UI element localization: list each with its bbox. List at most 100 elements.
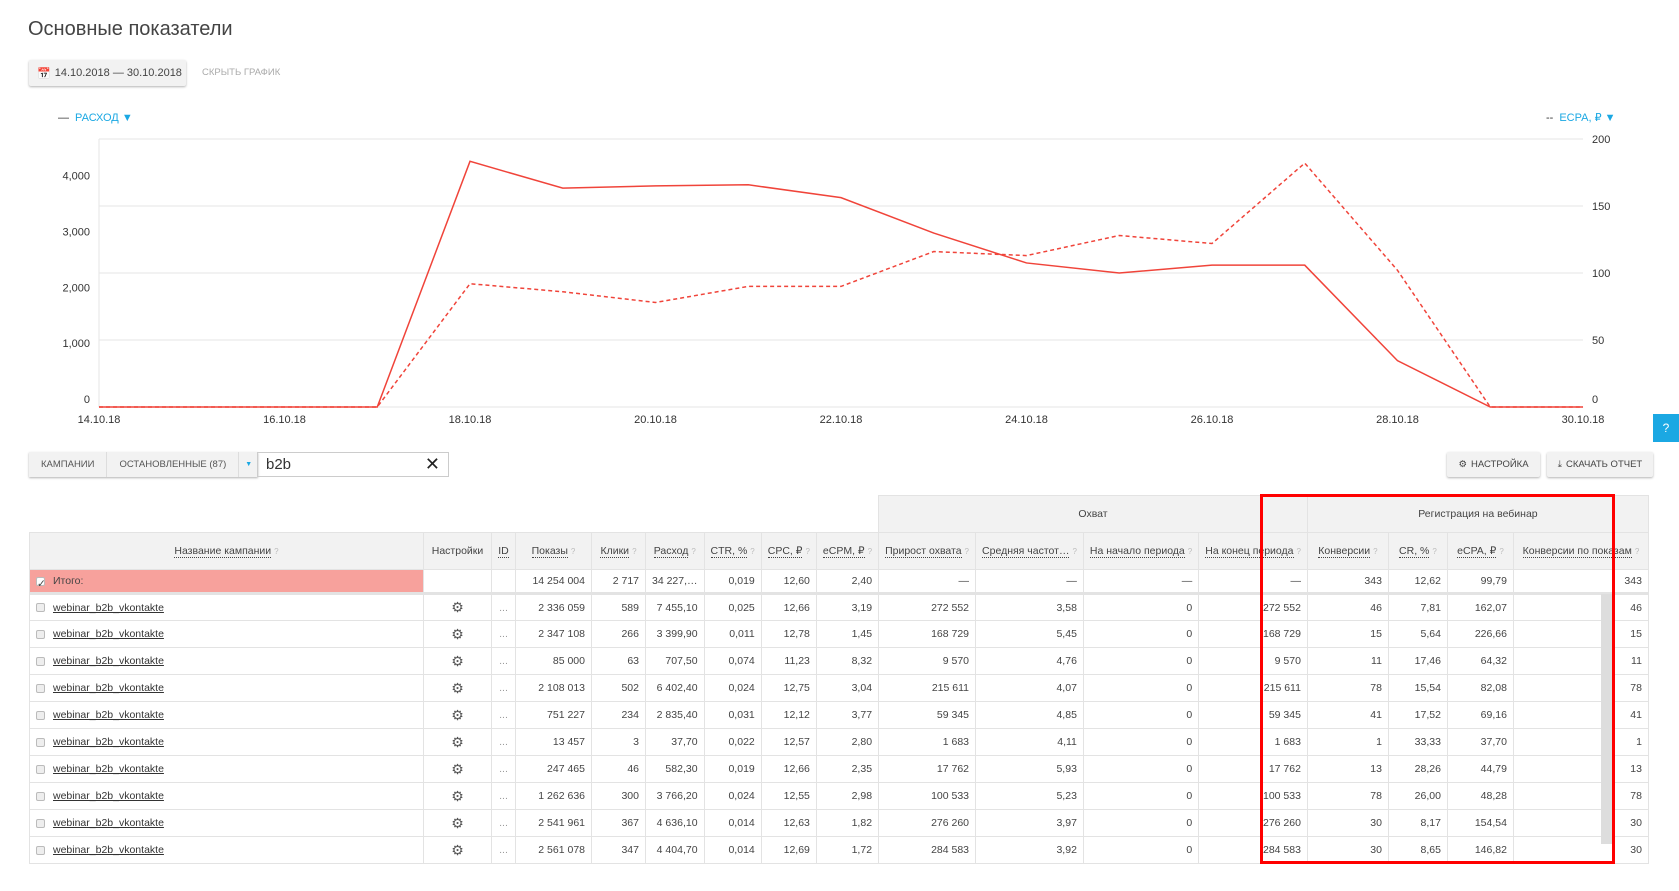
left-tick-label: 2,000 bbox=[62, 282, 90, 294]
row-settings-gear-icon[interactable]: ⚙ bbox=[423, 728, 492, 756]
campaign-link[interactable]: webinar_b2b_vkontakte bbox=[53, 844, 164, 856]
right-tick-label: 150 bbox=[1592, 201, 1610, 213]
cell: 0,024 bbox=[703, 674, 762, 702]
cell: 2 108 013 bbox=[515, 674, 592, 702]
help-icon[interactable]: ? bbox=[632, 547, 636, 556]
help-icon[interactable]: ? bbox=[750, 547, 754, 556]
clear-search-icon[interactable]: ✕ bbox=[425, 454, 440, 475]
help-button[interactable]: ? bbox=[1653, 414, 1679, 442]
series-line-expense bbox=[99, 160, 1583, 408]
row-checkbox[interactable] bbox=[36, 603, 45, 613]
column-header[interactable]: Название кампании? bbox=[29, 532, 424, 570]
cell: 2 561 078 bbox=[515, 836, 592, 864]
cell: 12,78 bbox=[760, 620, 817, 648]
campaign-link[interactable]: webinar_b2b_vkontakte bbox=[53, 628, 164, 640]
row-checkbox[interactable] bbox=[36, 791, 45, 801]
column-header[interactable]: ID bbox=[491, 532, 516, 570]
tabs-dropdown-icon[interactable]: ▼ bbox=[239, 452, 258, 477]
hide-chart-link[interactable]: СКРЫТЬ ГРАФИК bbox=[202, 67, 280, 78]
cell: 0,014 bbox=[703, 836, 762, 864]
row-checkbox[interactable] bbox=[36, 818, 45, 828]
download-report-button[interactable]: ⤓ СКАЧАТЬ ОТЧЕТ bbox=[1547, 452, 1653, 477]
campaign-name-cell: webinar_b2b_vkontakte bbox=[29, 620, 424, 648]
search-value[interactable]: b2b bbox=[266, 456, 425, 473]
help-icon[interactable]: ? bbox=[805, 547, 809, 556]
cell: 100 533 bbox=[878, 782, 977, 810]
row-settings-gear-icon[interactable]: ⚙ bbox=[423, 674, 492, 702]
column-header[interactable]: На начало периода? bbox=[1082, 532, 1200, 570]
x-tick-label: 22.10.18 bbox=[820, 414, 863, 426]
campaign-link[interactable]: webinar_b2b_vkontakte bbox=[53, 682, 164, 694]
cell: 0,025 bbox=[703, 593, 762, 621]
cell: 751 227 bbox=[515, 701, 592, 729]
campaign-link[interactable]: webinar_b2b_vkontakte bbox=[53, 763, 164, 775]
tab-stopped[interactable]: ОСТАНОВЛЕННЫЕ (87) bbox=[107, 452, 240, 477]
column-header[interactable]: eCPM, ₽? bbox=[815, 532, 880, 570]
row-settings-gear-icon[interactable]: ⚙ bbox=[423, 782, 492, 810]
column-header-label: Прирост охвата bbox=[885, 545, 962, 558]
left-tick-label: 1,000 bbox=[62, 338, 90, 350]
cell: 5,23 bbox=[975, 782, 1084, 810]
cell: 5,93 bbox=[975, 755, 1084, 783]
date-range-button[interactable]: 📅 14.10.2018 — 30.10.2018 bbox=[29, 60, 186, 86]
column-header[interactable]: Средняя частот…? bbox=[975, 532, 1084, 570]
select-all-checkbox[interactable]: ✓ bbox=[36, 576, 46, 590]
row-settings-gear-icon[interactable]: ⚙ bbox=[423, 701, 492, 729]
help-icon[interactable]: ? bbox=[1635, 547, 1639, 556]
campaign-link[interactable]: webinar_b2b_vkontakte bbox=[53, 736, 164, 748]
column-header-label: CPC, ₽ bbox=[767, 545, 803, 558]
search-input[interactable]: b2b ✕ bbox=[257, 452, 449, 477]
column-header[interactable]: Прирост охвата? bbox=[878, 532, 977, 570]
x-tick-label: 30.10.18 bbox=[1562, 414, 1605, 426]
column-header[interactable]: Расход? bbox=[645, 532, 705, 570]
cell: 12,55 bbox=[760, 782, 817, 810]
left-tick-label: 0 bbox=[84, 394, 90, 406]
cell: 247 465 bbox=[515, 755, 592, 783]
campaign-link[interactable]: webinar_b2b_vkontakte bbox=[53, 709, 164, 721]
help-icon[interactable]: ? bbox=[1188, 547, 1192, 556]
row-settings-gear-icon[interactable]: ⚙ bbox=[423, 620, 492, 648]
row-settings-gear-icon[interactable]: ⚙ bbox=[423, 836, 492, 864]
series-line-ecpa bbox=[99, 162, 1583, 408]
cell: 266 bbox=[591, 620, 646, 648]
column-header[interactable]: CTR, %? bbox=[703, 532, 762, 570]
row-checkbox[interactable] bbox=[36, 764, 45, 774]
column-header[interactable]: Клики? bbox=[591, 532, 646, 570]
row-checkbox[interactable] bbox=[36, 656, 45, 666]
row-checkbox[interactable] bbox=[36, 737, 45, 747]
row-settings-gear-icon[interactable]: ⚙ bbox=[423, 647, 492, 675]
campaign-link[interactable]: webinar_b2b_vkontakte bbox=[53, 790, 164, 802]
help-icon[interactable]: ? bbox=[1072, 547, 1076, 556]
total-cell: 2,40 bbox=[815, 569, 880, 595]
row-checkbox[interactable] bbox=[36, 845, 45, 855]
campaign-link[interactable]: webinar_b2b_vkontakte bbox=[53, 817, 164, 829]
campaign-link[interactable]: webinar_b2b_vkontakte bbox=[53, 602, 164, 614]
campaign-link[interactable]: webinar_b2b_vkontakte bbox=[53, 655, 164, 667]
row-settings-gear-icon[interactable]: ⚙ bbox=[423, 809, 492, 837]
cell: 234 bbox=[591, 701, 646, 729]
cell: 0,014 bbox=[703, 809, 762, 837]
help-icon[interactable]: ? bbox=[868, 547, 872, 556]
help-icon[interactable]: ? bbox=[571, 547, 575, 556]
row-settings-gear-icon[interactable]: ⚙ bbox=[423, 755, 492, 783]
row-checkbox[interactable] bbox=[36, 629, 45, 639]
cell: 6 402,40 bbox=[645, 674, 705, 702]
row-checkbox[interactable] bbox=[36, 683, 45, 693]
help-icon[interactable]: ? bbox=[274, 547, 278, 556]
settings-button[interactable]: ⚙ НАСТРОЙКА bbox=[1447, 452, 1540, 477]
campaign-name-cell: webinar_b2b_vkontakte bbox=[29, 674, 424, 702]
row-checkbox[interactable] bbox=[36, 710, 45, 720]
id-cell: ... bbox=[491, 620, 516, 648]
calendar-icon: 📅 bbox=[37, 67, 51, 80]
cell: 0,074 bbox=[703, 647, 762, 675]
column-header[interactable]: Показы? bbox=[515, 532, 592, 570]
help-icon[interactable]: ? bbox=[965, 547, 969, 556]
cell: 7 455,10 bbox=[645, 593, 705, 621]
row-settings-gear-icon[interactable]: ⚙ bbox=[423, 593, 492, 621]
column-header[interactable]: CPC, ₽? bbox=[760, 532, 817, 570]
cell: 168 729 bbox=[878, 620, 977, 648]
help-icon[interactable]: ? bbox=[691, 547, 695, 556]
group-header-reach: Охват bbox=[878, 495, 1308, 533]
tab-campaigns[interactable]: КАМПАНИИ bbox=[29, 452, 108, 477]
cell: 3,19 bbox=[815, 593, 880, 621]
